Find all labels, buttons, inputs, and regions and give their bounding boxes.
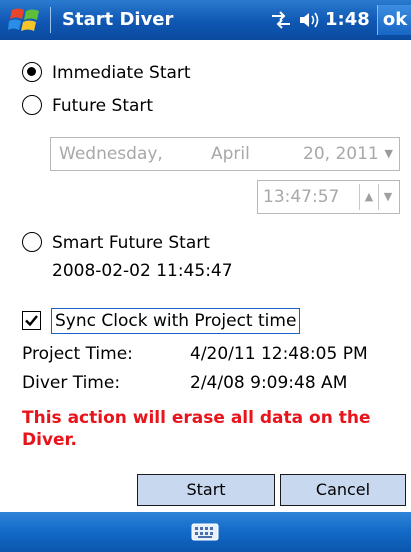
spin-down-icon: ▼	[378, 184, 397, 210]
erase-warning: This action will erase all data on the D…	[22, 408, 371, 450]
radio-label: Immediate Start	[52, 63, 191, 83]
radio-button[interactable]	[22, 62, 42, 82]
cancel-button[interactable]: Cancel	[280, 474, 406, 506]
windows-flag-icon[interactable]	[8, 6, 42, 34]
date-day-year: 20, 2011	[303, 144, 379, 164]
date-month: April	[211, 144, 250, 164]
smart-start-datetime: 2008-02-02 11:45:47	[52, 261, 233, 281]
ok-button[interactable]: ok	[377, 5, 411, 35]
future-time-picker: 13:47:57 ▲ ▼	[257, 180, 400, 214]
sync-clock-label[interactable]: Sync Clock with Project time	[51, 308, 301, 334]
window-title: Start Diver	[62, 9, 174, 30]
connectivity-icon[interactable]	[270, 10, 292, 30]
radio-label: Future Start	[52, 96, 154, 116]
radio-label: Smart Future Start	[52, 233, 210, 253]
diver-time-label: Diver Time:	[22, 373, 121, 393]
radio-button[interactable]	[22, 95, 42, 115]
sync-clock-checkbox[interactable]	[22, 311, 41, 330]
date-weekday: Wednesday,	[59, 144, 163, 164]
title-separator	[50, 7, 51, 33]
speaker-icon[interactable]	[298, 10, 320, 30]
clock[interactable]: 1:48	[325, 8, 370, 32]
diver-time-value: 2/4/08 9:09:48 AM	[190, 373, 348, 393]
softkey-bar	[0, 512, 411, 552]
time-value: 13:47:57	[263, 187, 340, 207]
future-date-picker: Wednesday, April 20, 2011 ▼	[50, 137, 400, 171]
start-button[interactable]: Start	[137, 474, 275, 506]
keyboard-icon[interactable]	[191, 523, 219, 541]
dropdown-arrow-icon: ▼	[384, 147, 393, 160]
title-bar: Start Diver 1:48 ok	[0, 0, 411, 40]
project-time-label: Project Time:	[22, 344, 133, 364]
spin-up-icon: ▲	[359, 184, 378, 210]
radio-button[interactable]	[22, 232, 42, 252]
checkmark-icon	[25, 315, 38, 327]
project-time-value: 4/20/11 12:48:05 PM	[190, 344, 368, 364]
